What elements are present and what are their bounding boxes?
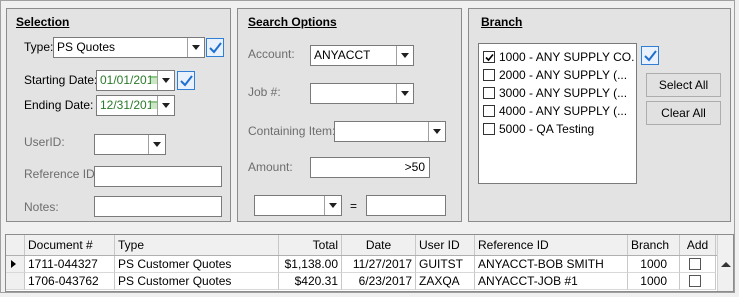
search-options-panel: Search Options Account: ANYACCT Job #: C… <box>237 8 462 222</box>
branch-checkbox[interactable] <box>483 51 495 63</box>
reference-id-input[interactable] <box>94 166 222 187</box>
cell-type[interactable]: PS Customer Quotes <box>115 256 279 273</box>
column-header-reference-id[interactable]: Reference ID <box>475 235 628 255</box>
table-row[interactable]: 1706-043762 PS Customer Quotes $420.31 6… <box>6 273 718 290</box>
checkmark-icon <box>180 75 193 87</box>
selection-panel: Selection Type: PS Quotes Starting Date:… <box>6 8 231 222</box>
current-row-arrow-icon <box>11 260 16 268</box>
branch-apply-checkmark-button[interactable] <box>641 46 659 65</box>
branch-title: Branch <box>481 15 523 29</box>
branch-checkbox[interactable] <box>483 69 495 81</box>
checkmark-icon <box>644 50 657 62</box>
notes-label: Notes: <box>24 200 59 214</box>
ending-date-label: Ending Date: <box>24 98 94 112</box>
account-value: ANYACCT <box>314 48 371 62</box>
type-dropdown[interactable]: PS Quotes <box>53 37 205 58</box>
amount-label: Amount: <box>248 160 293 174</box>
starting-date-checkmark-button[interactable] <box>177 71 195 90</box>
chevron-down-icon[interactable] <box>157 96 174 115</box>
cell-date[interactable]: 11/27/2017 <box>342 256 416 273</box>
cell-document[interactable]: 1711-044327 <box>25 256 115 273</box>
checkmark-icon <box>485 53 494 62</box>
branch-item-label: 1000 - ANY SUPPLY CO. <box>499 50 635 64</box>
chevron-down-icon[interactable] <box>187 38 204 57</box>
job-dropdown[interactable] <box>310 83 414 104</box>
branch-panel: Branch 1000 - ANY SUPPLY CO. 2000 - ANY … <box>468 8 731 222</box>
userid-label: UserID: <box>24 135 65 149</box>
notes-input[interactable] <box>94 196 222 217</box>
branch-checkbox[interactable] <box>483 87 495 99</box>
search-window: Selection Type: PS Quotes Starting Date:… <box>0 0 735 293</box>
branch-checkbox[interactable] <box>483 105 495 117</box>
cell-total[interactable]: $420.31 <box>279 273 342 290</box>
branch-item-label: 2000 - ANY SUPPLY (... <box>499 68 628 82</box>
checkmark-icon <box>209 42 222 54</box>
cell-user-id[interactable]: ZAXQA <box>416 273 475 290</box>
chevron-down-icon[interactable] <box>148 135 165 154</box>
userid-dropdown[interactable] <box>94 134 166 155</box>
scroll-up-arrow-icon[interactable] <box>721 262 731 267</box>
selection-title: Selection <box>16 15 70 29</box>
starting-date-picker[interactable]: 01/01/201 <box>96 70 175 91</box>
cell-add[interactable] <box>680 273 716 290</box>
starting-date-value: 01/01/201 <box>100 73 154 87</box>
job-label: Job #: <box>248 85 281 99</box>
clear-all-button[interactable]: Clear All <box>646 101 721 125</box>
chevron-down-icon[interactable] <box>157 71 174 90</box>
type-label: Type: <box>24 40 54 54</box>
column-header-document[interactable]: Document # <box>25 235 115 255</box>
type-apply-checkmark-button[interactable] <box>206 38 224 57</box>
column-header-add[interactable]: Add <box>680 235 716 255</box>
branch-item-label: 4000 - ANY SUPPLY (... <box>499 104 628 118</box>
results-grid: Document # Type Total Date User ID Refer… <box>5 234 734 292</box>
branch-list[interactable]: 1000 - ANY SUPPLY CO. 2000 - ANY SUPPLY … <box>478 43 637 184</box>
chevron-down-icon[interactable] <box>396 46 413 65</box>
cell-user-id[interactable]: GUITST <box>416 256 475 273</box>
cell-branch[interactable]: 1000 <box>628 256 680 273</box>
account-label: Account: <box>248 47 295 61</box>
branch-item-label: 3000 - ANY SUPPLY (... <box>499 86 628 100</box>
equals-sign: = <box>350 199 358 213</box>
cell-reference-id[interactable]: ANYACCT-BOB SMITH <box>475 256 628 273</box>
operator-dropdown[interactable] <box>254 195 342 216</box>
starting-date-label: Starting Date: <box>24 73 98 87</box>
cell-date[interactable]: 6/23/2017 <box>342 273 416 290</box>
compare-value-input[interactable] <box>366 195 446 216</box>
grid-vertical-scrollbar[interactable] <box>717 235 733 291</box>
reference-id-label: Reference ID: <box>24 167 99 181</box>
grid-header: Document # Type Total Date User ID Refer… <box>6 235 718 256</box>
cell-type[interactable]: PS Customer Quotes <box>115 273 279 290</box>
chevron-down-icon[interactable] <box>396 84 413 103</box>
column-header-user-id[interactable]: User ID <box>416 235 475 255</box>
add-checkbox[interactable] <box>689 275 701 287</box>
branch-item-label: 5000 - QA Testing <box>499 122 595 136</box>
column-header-branch[interactable]: Branch <box>628 235 680 255</box>
table-row[interactable]: 1711-044327 PS Customer Quotes $1,138.00… <box>6 256 718 273</box>
cell-branch[interactable]: 1000 <box>628 273 680 290</box>
row-selector[interactable] <box>6 273 25 290</box>
column-header-type[interactable]: Type <box>115 235 279 255</box>
chevron-down-icon[interactable] <box>324 196 341 215</box>
chevron-down-icon[interactable] <box>428 122 445 141</box>
column-header-date[interactable]: Date <box>342 235 416 255</box>
cell-document[interactable]: 1706-043762 <box>25 273 115 290</box>
select-all-button[interactable]: Select All <box>646 73 721 97</box>
row-header-corner <box>6 235 25 255</box>
account-dropdown[interactable]: ANYACCT <box>310 45 414 66</box>
amount-input[interactable]: >50 <box>310 157 430 178</box>
cell-add[interactable] <box>680 256 716 273</box>
branch-checkbox[interactable] <box>483 123 495 135</box>
cell-total[interactable]: $1,138.00 <box>279 256 342 273</box>
containing-item-label: Containing Item: <box>248 124 336 138</box>
ending-date-value: 12/31/201 <box>100 98 154 112</box>
column-header-total[interactable]: Total <box>279 235 342 255</box>
type-value: PS Quotes <box>57 40 116 54</box>
search-options-title: Search Options <box>248 15 337 29</box>
containing-item-dropdown[interactable] <box>334 121 446 142</box>
row-selector[interactable] <box>6 256 25 273</box>
ending-date-picker[interactable]: 12/31/201 <box>96 95 175 116</box>
cell-reference-id[interactable]: ANYACCT-JOB #1 <box>475 273 628 290</box>
add-checkbox[interactable] <box>689 258 701 270</box>
